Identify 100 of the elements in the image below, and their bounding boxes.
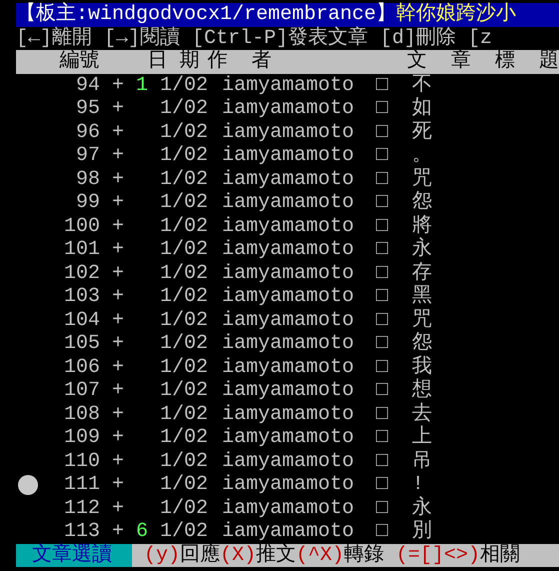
article-title[interactable]: 咒 [412, 308, 432, 332]
article-date: 1/02 [160, 379, 208, 402]
article-mark: + [112, 496, 124, 520]
article-author[interactable]: iamyamamoto [222, 402, 354, 426]
article-author[interactable]: iamyamamoto [222, 379, 354, 402]
box-glyph: □ [376, 191, 390, 214]
box-glyph: □ [376, 262, 390, 285]
article-author[interactable]: iamyamamoto [222, 308, 354, 332]
article-title[interactable]: 咒 [412, 168, 432, 191]
article-title[interactable]: 想 [412, 379, 432, 402]
article-title[interactable]: 永 [412, 496, 432, 520]
article-title[interactable]: 死 [412, 120, 432, 144]
article-date: 1/02 [160, 426, 208, 450]
article-author[interactable]: iamyamamoto [222, 191, 354, 214]
article-title[interactable]: 將 [412, 214, 432, 238]
article-mark: + [112, 238, 124, 262]
article-number: 107 [62, 379, 100, 402]
article-date: 1/02 [160, 332, 208, 356]
article-date: 1/02 [160, 520, 208, 544]
article-mark: + [112, 473, 124, 496]
article-date: 1/02 [160, 97, 208, 120]
box-glyph: □ [376, 496, 390, 520]
article-number: 108 [62, 402, 100, 426]
article-number: 95 [74, 97, 100, 120]
article-title[interactable]: 別 [412, 520, 432, 544]
article-date: 1/02 [160, 402, 208, 426]
board-title: 幹你娘跨沙小 [396, 3, 516, 26]
box-glyph: □ [376, 214, 390, 238]
article-date: 1/02 [160, 120, 208, 144]
article-author[interactable]: iamyamamoto [222, 120, 354, 144]
article-mark: + [112, 97, 124, 120]
hint-text: 回應 [180, 544, 220, 566]
article-title[interactable]: 去 [412, 402, 432, 426]
article-mark: + [112, 520, 124, 544]
article-date: 1/02 [160, 285, 208, 308]
article-author[interactable]: iamyamamoto [222, 356, 354, 379]
article-mark: + [112, 379, 124, 402]
article-number: 113 [62, 520, 100, 543]
article-mark: + [112, 120, 124, 144]
box-glyph: □ [376, 97, 390, 120]
article-number: 106 [62, 356, 100, 379]
article-title[interactable]: 上 [412, 426, 432, 450]
article-author[interactable]: iamyamamoto [222, 262, 354, 285]
article-mark: + [112, 74, 124, 97]
column-header: 日 期 [148, 50, 201, 74]
article-author[interactable]: iamyamamoto [222, 97, 354, 120]
article-title[interactable]: 如 [412, 97, 432, 120]
board-owner-text: 【板主:windgodvocx1/remembrance】 [16, 3, 396, 26]
article-mark: + [112, 144, 124, 168]
article-number: 105 [62, 332, 100, 356]
article-date: 1/02 [160, 74, 208, 97]
article-date: 1/02 [160, 496, 208, 520]
article-title[interactable]: ! [412, 473, 424, 496]
article-author[interactable]: iamyamamoto [222, 332, 354, 356]
article-mark: + [112, 426, 124, 450]
article-title[interactable]: 永 [412, 238, 432, 262]
article-author[interactable]: iamyamamoto [222, 144, 354, 168]
box-glyph: □ [376, 168, 390, 191]
article-title[interactable]: 怨 [412, 191, 432, 214]
article-author[interactable]: iamyamamoto [222, 450, 354, 473]
box-glyph: □ [376, 120, 390, 144]
article-author[interactable]: iamyamamoto [222, 74, 354, 97]
column-header: 編號 [58, 50, 100, 74]
box-glyph: □ [376, 520, 390, 544]
hint-text: 轉錄 [344, 544, 384, 566]
box-glyph: □ [376, 238, 390, 262]
box-glyph: □ [376, 450, 390, 473]
article-title[interactable]: 黑 [412, 285, 432, 308]
article-author[interactable]: iamyamamoto [222, 238, 354, 262]
article-number: 103 [62, 285, 100, 308]
box-glyph: □ [376, 379, 390, 402]
box-glyph: □ [376, 74, 390, 97]
hint-text: (^X) [296, 544, 344, 566]
article-author[interactable]: iamyamamoto [222, 520, 354, 544]
hint-text: (X) [220, 544, 256, 566]
article-author[interactable]: iamyamamoto [222, 426, 354, 450]
article-number: 100 [62, 214, 100, 238]
article-title[interactable]: 不 [412, 74, 432, 97]
article-title[interactable]: 。 [412, 144, 432, 168]
article-mark: + [112, 262, 124, 285]
article-title[interactable]: 存 [412, 262, 432, 285]
article-author[interactable]: iamyamamoto [222, 496, 354, 520]
article-title[interactable]: 吊 [412, 450, 432, 473]
article-author[interactable]: iamyamamoto [222, 473, 354, 496]
article-title[interactable]: 怨 [412, 332, 432, 356]
article-author[interactable]: iamyamamoto [222, 285, 354, 308]
article-date: 1/02 [160, 144, 208, 168]
article-date: 1/02 [160, 308, 208, 332]
box-glyph: □ [376, 473, 390, 496]
article-number: 96 [74, 120, 100, 144]
article-date: 1/02 [160, 262, 208, 285]
article-title[interactable]: 我 [412, 356, 432, 379]
article-mark: + [112, 332, 124, 356]
article-mark: + [112, 214, 124, 238]
box-glyph: □ [376, 144, 390, 168]
article-number: 97 [74, 144, 100, 168]
article-author[interactable]: iamyamamoto [222, 214, 354, 238]
article-number: 110 [62, 450, 100, 473]
article-author[interactable]: iamyamamoto [222, 168, 354, 191]
article-date: 1/02 [160, 238, 208, 262]
